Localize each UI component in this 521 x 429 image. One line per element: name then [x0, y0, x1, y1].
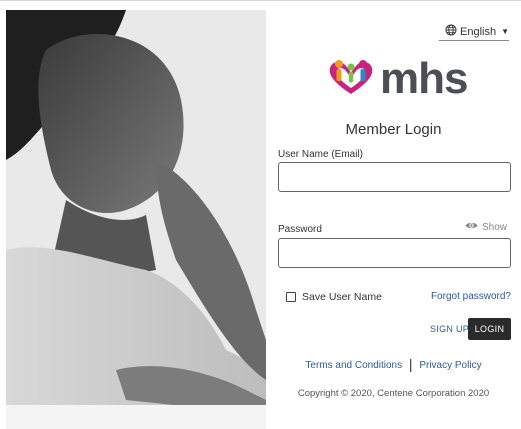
logo-wordmark: mhs: [380, 54, 468, 103]
login-panel: English ▼ mhs Member Login User Name (Em…: [266, 10, 521, 429]
privacy-link[interactable]: Privacy Policy: [419, 360, 481, 371]
password-label: Password: [278, 224, 322, 235]
save-username-checkbox[interactable]: [286, 292, 296, 302]
login-button[interactable]: LOGIN: [468, 318, 511, 340]
language-label: English: [460, 25, 497, 38]
footer-separator: |: [408, 356, 413, 372]
username-input[interactable]: [278, 162, 511, 192]
forgot-password-link[interactable]: Forgot password?: [431, 291, 511, 302]
language-selector[interactable]: English ▼: [445, 24, 509, 39]
eye-icon: [465, 221, 478, 233]
hero-photo-illustration: [6, 10, 266, 429]
people-heart-logo: [324, 58, 378, 101]
globe-icon: [445, 24, 457, 39]
hero-photo: [6, 10, 266, 429]
username-label: User Name (Email): [278, 149, 364, 160]
footer-links: Terms and Conditions | Privacy Policy: [266, 356, 521, 372]
sign-up-link[interactable]: SIGN UP: [430, 324, 469, 334]
language-underline: [439, 40, 509, 41]
page-frame: English ▼ mhs Member Login User Name (Em…: [0, 0, 521, 429]
caret-down-icon: ▼: [501, 27, 509, 36]
show-password-label: Show: [482, 221, 508, 233]
page-title: Member Login: [345, 121, 442, 138]
terms-link[interactable]: Terms and Conditions: [305, 360, 402, 371]
copyright-text: Copyright © 2020, Centene Corporation 20…: [297, 388, 490, 399]
save-username-label: Save User Name: [302, 291, 382, 303]
save-username-option[interactable]: Save User Name: [286, 291, 382, 303]
mhs-logo: mhs: [324, 54, 468, 104]
password-input[interactable]: [278, 238, 511, 268]
show-password-toggle[interactable]: Show: [465, 221, 507, 233]
